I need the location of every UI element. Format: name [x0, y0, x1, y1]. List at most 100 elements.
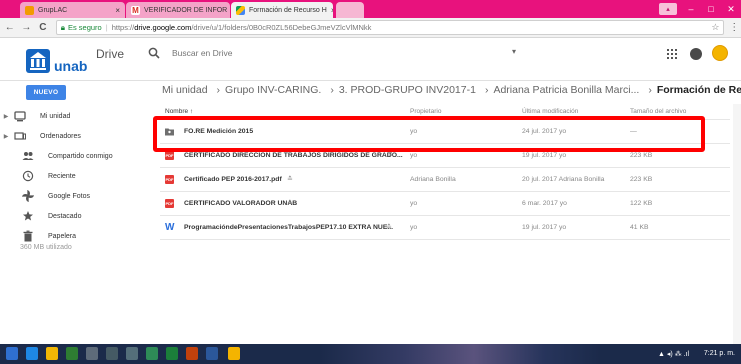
forward-button[interactable]: →	[20, 22, 34, 33]
sidebar-item-label: Compartido conmigo	[48, 152, 113, 160]
drive-favicon-icon	[236, 5, 245, 15]
breadcrumb-item-grupo[interactable]: Grupo INV-CARING.	[225, 84, 321, 96]
drive-header: unab Drive ▾	[0, 39, 741, 81]
file-owner: yo	[410, 224, 418, 231]
avatar[interactable]	[712, 45, 728, 61]
expand-caret-icon[interactable]: ▶	[2, 113, 10, 120]
expand-caret-icon[interactable]: ▶	[2, 133, 10, 140]
breadcrumb: Mi unidad › Grupo INV-CARING. › 3. PROD-GRUP…	[162, 84, 741, 100]
table-row[interactable]: PDF CERTIFICADO VALORADOR UNAB ≛ yo 6 ma…	[160, 193, 730, 215]
scrollbar[interactable]	[733, 104, 741, 344]
file-modified: 6 mar. 2017 yo	[522, 200, 567, 207]
sidebar-item-reciente[interactable]: Reciente	[0, 166, 150, 186]
back-button[interactable]: ←	[3, 22, 17, 33]
storage-used: 360 MB utilizado	[20, 244, 72, 251]
file-name[interactable]: ProgramacióndePresentacionesTrabajosPEP1…	[184, 224, 393, 231]
table-row[interactable]: PDF Certificado PEP 2016-2017.pdf ≛ Adri…	[160, 169, 730, 191]
sidebar-item-mi-unidad[interactable]: ▶ Mi unidad	[0, 106, 150, 126]
breadcrumb-item-prod-grupo[interactable]: 3. PROD-GRUPO INV2017-1	[339, 84, 476, 96]
app-icon[interactable]	[126, 347, 138, 360]
security-label: Es seguro	[67, 23, 102, 32]
shared-people-icon: ≛	[386, 224, 392, 231]
sidebar-item-google-fotos[interactable]: Google Fotos	[0, 186, 150, 206]
sidebar-item-compartido[interactable]: Compartido conmigo	[0, 146, 150, 166]
explorer-icon[interactable]	[46, 347, 58, 360]
ie-icon[interactable]	[26, 347, 38, 360]
chrome-icon[interactable]	[228, 347, 240, 360]
pdf-icon: PDF	[165, 199, 174, 208]
tab-verificador[interactable]: M VERIFICADOR DE INFOR ×	[126, 2, 230, 18]
address-separator: |	[105, 23, 108, 32]
address-bar[interactable]: 🔒︎ Es seguro | https://drive.google.com /…	[55, 20, 725, 35]
search-icon[interactable]	[148, 47, 160, 59]
tab-close-icon[interactable]: ×	[111, 6, 120, 15]
file-modified: 19 jul. 2017 yo	[522, 224, 567, 231]
sidebar-item-label: Mi unidad	[40, 112, 71, 120]
file-name[interactable]: Certificado PEP 2016-2017.pdf	[184, 176, 282, 183]
whatsapp-icon[interactable]	[146, 347, 158, 360]
close-window-button[interactable]: ✕	[721, 0, 741, 18]
taskbar: ▲ ◂) ⁂ .ıl 7:21 p. m.	[0, 344, 741, 364]
red-highlight-box	[153, 116, 705, 152]
file-size: 41 KB	[630, 224, 649, 231]
apps-grid-icon[interactable]	[667, 49, 677, 59]
sidebar-item-label: Reciente	[48, 172, 76, 180]
unab-logo-icon[interactable]	[24, 47, 52, 75]
system-tray[interactable]: ▲ ◂) ⁂ .ıl	[658, 350, 689, 358]
divider	[160, 215, 730, 216]
search-input[interactable]	[172, 46, 522, 60]
sidebar-item-label: Ordenadores	[40, 132, 81, 140]
sidebar-item-papelera[interactable]: Papelera	[0, 226, 150, 246]
breadcrumb-chevron-icon: ›	[484, 84, 489, 96]
drive-icon	[14, 111, 26, 122]
minimize-button[interactable]: –	[681, 0, 701, 18]
sidebar-item-label: Google Fotos	[48, 192, 91, 200]
browser-titlebar: GrupLAC × M VERIFICADOR DE INFOR × Forma…	[0, 0, 741, 18]
word-icon[interactable]	[206, 347, 218, 360]
pinwheel-icon	[22, 190, 34, 202]
shared-people-icon: ≛	[287, 200, 293, 207]
gruplac-favicon-icon	[25, 5, 34, 15]
maximize-button[interactable]: □	[701, 0, 721, 18]
gmail-favicon-icon: M	[131, 5, 140, 15]
reload-button[interactable]: C	[36, 22, 50, 33]
people-icon	[22, 152, 34, 160]
notifications-icon[interactable]	[690, 48, 702, 60]
powerpoint-icon[interactable]	[186, 347, 198, 360]
new-button[interactable]: NUEVO	[26, 85, 66, 100]
breadcrumb-item-adriana[interactable]: Adriana Patricia Bonilla Marci...	[493, 84, 639, 96]
file-owner: yo	[410, 200, 418, 207]
tab-formacion[interactable]: Formación de Recurso H ×	[231, 2, 333, 18]
breadcrumb-current[interactable]: Formación de Recur	[657, 84, 741, 96]
file-modified: 20 jul. 2017 Adriana Bonilla	[522, 176, 605, 183]
search-options-chevron-down-icon[interactable]: ▾	[512, 47, 516, 56]
bookmark-star-icon[interactable]: ☆	[711, 22, 719, 33]
taskbar-wallpaper	[320, 344, 600, 364]
file-size: 223 KB	[630, 176, 653, 183]
taskbar-clock[interactable]: 7:21 p. m.	[704, 350, 735, 357]
app-icon[interactable]	[106, 347, 118, 360]
tab-close-icon[interactable]: ×	[227, 6, 230, 15]
tab-label: GrupLAC	[38, 6, 68, 14]
start-icon[interactable]	[6, 347, 18, 360]
profile-icon[interactable]: ▴	[659, 3, 677, 15]
file-owner: yo	[410, 152, 418, 159]
divider	[160, 191, 730, 192]
browser-menu-icon[interactable]: ⋮	[727, 22, 741, 33]
sidebar-item-destacado[interactable]: Destacado	[0, 206, 150, 226]
tab-close-icon[interactable]: ×	[327, 6, 333, 15]
file-name[interactable]: CERTIFICADO VALORADOR UNAB	[184, 200, 297, 207]
browser-toolbar: ← → C 🔒︎ Es seguro | https://drive.googl…	[0, 18, 741, 38]
breadcrumb-chevron-icon: ›	[216, 84, 221, 96]
sidebar-item-label: Destacado	[48, 212, 82, 220]
url-scheme: https://	[111, 23, 135, 32]
table-row[interactable]: W ProgramacióndePresentacionesTrabajosPE…	[160, 217, 730, 239]
app-icon[interactable]	[66, 347, 78, 360]
sidebar-item-ordenadores[interactable]: ▶ Ordenadores	[0, 126, 150, 146]
new-tab-button[interactable]	[336, 2, 364, 18]
breadcrumb-item-mi-unidad[interactable]: Mi unidad	[162, 84, 208, 96]
file-name[interactable]: CERTIFICADO DIRECCIÓN DE TRABAJOS DIRIGI…	[184, 152, 403, 159]
excel-icon[interactable]	[166, 347, 178, 360]
tab-gruplac[interactable]: GrupLAC ×	[20, 2, 125, 18]
app-icon[interactable]	[86, 347, 98, 360]
